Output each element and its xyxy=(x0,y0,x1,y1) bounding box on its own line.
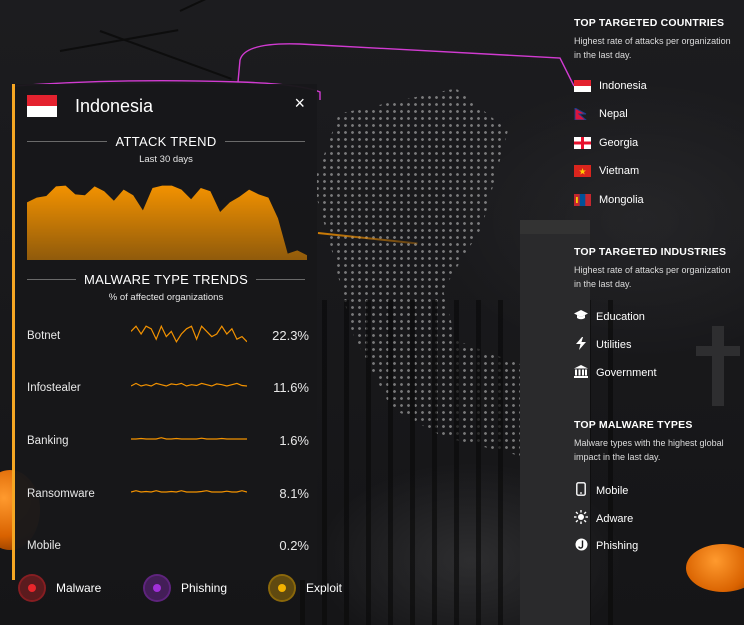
country-item-georgia[interactable]: Georgia xyxy=(574,137,638,149)
divider xyxy=(256,278,306,280)
attack-trend-subtitle: Last 30 days xyxy=(139,154,193,165)
malware-name: Mobile xyxy=(27,540,61,552)
malware-type-name: Adware xyxy=(596,512,634,525)
malware-trends-subtitle: % of affected organizations xyxy=(108,292,224,303)
top-industries-section: TOP TARGETED INDUSTRIES Highest rate of … xyxy=(574,246,739,386)
graduation-cap-icon xyxy=(574,309,588,324)
country-popup: Indonesia × ATTACK TREND Last 30 days MA… xyxy=(12,84,317,580)
country-name: Mongolia xyxy=(599,194,644,206)
country-item-nepal[interactable]: Nepal xyxy=(574,107,628,121)
industry-name: Education xyxy=(596,310,645,323)
legend-label: Phishing xyxy=(181,581,228,595)
malware-trend-row[interactable]: Botnet 22.3% xyxy=(27,321,309,351)
malware-type-name: Phishing xyxy=(596,540,639,552)
malware-trends-heading: MALWARE TYPE TRENDS xyxy=(27,270,306,288)
malware-trend-row[interactable]: Mobile 0.2% xyxy=(27,531,309,561)
malware-name: Ransomware xyxy=(27,488,95,500)
legend-item-malware[interactable]: Malware xyxy=(20,576,101,600)
section-title: TOP MALWARE TYPES xyxy=(574,419,693,431)
sparkline-path xyxy=(131,324,247,344)
malware-percent: 1.6% xyxy=(279,433,309,448)
attack-trend-heading: ATTACK TREND xyxy=(27,132,306,150)
nepal-flag-icon xyxy=(574,107,591,121)
adware-burst-icon xyxy=(574,510,588,527)
exploit-legend-dot-icon xyxy=(270,576,294,600)
country-item-mongolia[interactable]: Mongolia xyxy=(574,194,644,206)
divider xyxy=(27,278,76,280)
sparkline xyxy=(131,531,247,557)
sparkline-path xyxy=(131,437,247,440)
top-malware-types-section: TOP MALWARE TYPES Malware types with the… xyxy=(574,419,739,559)
malware-legend-dot-icon xyxy=(20,576,44,600)
legend-label: Malware xyxy=(56,581,102,595)
divider xyxy=(27,140,108,142)
industry-item-utilities[interactable]: Utilities xyxy=(574,337,631,353)
industry-name: Utilities xyxy=(596,339,632,351)
section-description: Malware types with the highest global im… xyxy=(574,438,724,462)
mongolia-flag-icon xyxy=(574,194,591,206)
attack-trend-area xyxy=(27,185,307,260)
indonesia-flag-icon xyxy=(27,95,57,117)
malware-type-item-adware[interactable]: Adware xyxy=(574,510,633,527)
country-item-indonesia[interactable]: Indonesia xyxy=(574,80,647,92)
attack-trend-title: ATTACK TREND xyxy=(115,133,217,149)
sparkline xyxy=(131,382,247,387)
phishing-legend-dot-icon xyxy=(145,576,169,600)
country-name: Vietnam xyxy=(599,165,640,177)
section-title: TOP TARGETED INDUSTRIES xyxy=(574,246,727,258)
malware-percent: 0.2% xyxy=(279,538,309,553)
sparkline xyxy=(131,490,247,493)
phishing-hook-icon xyxy=(574,538,588,554)
industry-name: Government xyxy=(596,367,657,379)
country-name: Indonesia xyxy=(599,80,647,92)
sparkline xyxy=(131,437,247,440)
legend-item-phishing[interactable]: Phishing xyxy=(145,576,227,600)
sparkline xyxy=(131,324,247,344)
svg-text:★: ★ xyxy=(578,168,586,178)
malware-name: Banking xyxy=(27,435,69,447)
georgia-flag-icon xyxy=(574,137,591,149)
popup-header: Indonesia × xyxy=(15,84,317,128)
malware-trend-row[interactable]: Ransomware 8.1% xyxy=(27,479,309,509)
malware-percent: 11.6% xyxy=(273,380,309,395)
section-description: Highest rate of attacks per organization… xyxy=(574,265,731,289)
malware-name: Botnet xyxy=(27,330,61,342)
country-item-vietnam[interactable]: ★ Vietnam xyxy=(574,165,640,178)
indonesia-flag-icon xyxy=(574,80,591,92)
malware-type-item-mobile[interactable]: Mobile xyxy=(574,482,628,499)
popup-title: Indonesia xyxy=(75,96,154,116)
gate-pillar-cap xyxy=(520,220,590,234)
close-button[interactable]: × xyxy=(294,94,305,112)
divider xyxy=(224,140,306,142)
malware-type-item-phishing[interactable]: Phishing xyxy=(574,538,638,554)
malware-trend-row[interactable]: Banking 1.6% xyxy=(27,426,309,456)
vietnam-flag-icon: ★ xyxy=(574,165,591,178)
malware-name: Infostealer xyxy=(27,382,81,394)
malware-trends-title: MALWARE TYPE TRENDS xyxy=(83,271,249,287)
top-countries-section: TOP TARGETED COUNTRIES Highest rate of a… xyxy=(574,17,739,217)
sparkline-path xyxy=(131,490,247,493)
government-building-icon xyxy=(574,365,588,381)
malware-percent: 8.1% xyxy=(279,486,309,501)
section-title: TOP TARGETED COUNTRIES xyxy=(574,17,725,29)
sparkline-path xyxy=(131,382,247,387)
malware-percent: 22.3% xyxy=(272,328,309,343)
country-name: Georgia xyxy=(599,137,639,149)
malware-type-name: Mobile xyxy=(596,484,629,497)
legend-item-exploit[interactable]: Exploit xyxy=(270,576,342,600)
country-name: Nepal xyxy=(599,108,628,120)
malware-trend-row[interactable]: Infostealer 11.6% xyxy=(27,373,309,403)
lightning-bolt-icon xyxy=(574,337,588,353)
mobile-phone-icon xyxy=(574,482,588,499)
attack-trend-chart[interactable] xyxy=(27,180,307,260)
legend-label: Exploit xyxy=(306,581,343,595)
industry-item-education[interactable]: Education xyxy=(574,309,645,324)
industry-item-government[interactable]: Government xyxy=(574,365,657,381)
section-description: Highest rate of attacks per organization… xyxy=(574,36,731,60)
